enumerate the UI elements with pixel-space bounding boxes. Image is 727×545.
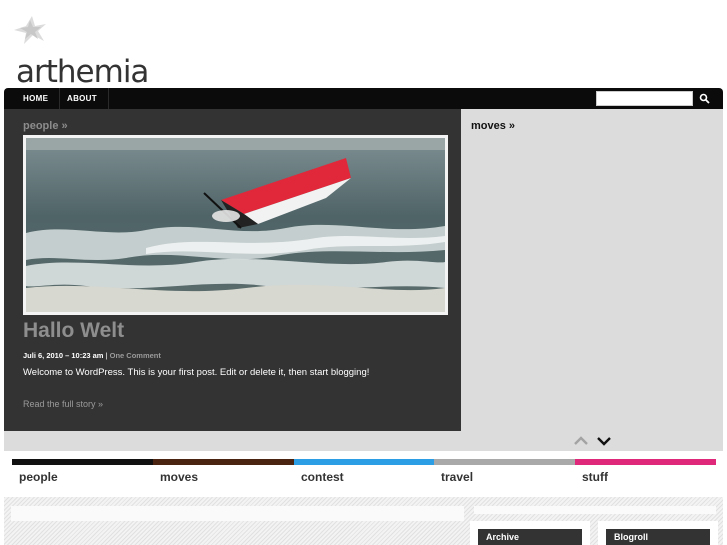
post-meta: Juli 6, 2010 – 10:23 am | One Comment [23, 351, 161, 360]
magnifier-icon [699, 93, 710, 104]
category-stripe [434, 459, 575, 465]
logo-text: arthemia [16, 54, 149, 90]
read-more-link[interactable]: Read the full story » [23, 399, 103, 409]
archive-widget: Archive [470, 521, 590, 545]
featured-category-link[interactable]: people » [23, 120, 68, 132]
category-label: contest [301, 470, 344, 484]
category-stripe [153, 459, 294, 465]
chevron-up-icon[interactable] [573, 436, 589, 446]
content-header-bar [11, 506, 464, 521]
nav-item-home[interactable]: HOME [12, 88, 61, 109]
search-input[interactable] [596, 91, 693, 106]
category-stripe [575, 459, 716, 465]
category-bar: people moves contest travel stuff [12, 459, 716, 489]
site-logo[interactable]: arthemia [8, 14, 168, 90]
side-category-link[interactable]: moves » [471, 120, 515, 132]
post-title-link[interactable]: Hallo Welt [23, 319, 124, 343]
category-label: moves [160, 470, 199, 484]
blogroll-widget: Blogroll [598, 521, 718, 545]
blogroll-widget-title: Blogroll [606, 529, 710, 545]
category-label: travel [441, 470, 474, 484]
category-travel[interactable]: travel [434, 459, 575, 489]
category-contest[interactable]: contest [294, 459, 435, 489]
category-label: people [19, 470, 58, 484]
archive-widget-title: Archive [478, 529, 582, 545]
post-excerpt: Welcome to WordPress. This is your first… [23, 367, 370, 378]
category-stuff[interactable]: stuff [575, 459, 716, 489]
windsurfer-photo [26, 138, 445, 312]
category-stripe [294, 459, 435, 465]
category-label: stuff [582, 470, 608, 484]
category-stripe [12, 459, 153, 465]
nav-item-about[interactable]: ABOUT [56, 88, 109, 109]
chevron-down-icon[interactable] [596, 436, 612, 446]
main-navigation: HOME ABOUT [4, 88, 723, 109]
featured-post: people » Hallo Welt Juli 6, 2010 – 10:23… [4, 109, 461, 431]
comments-link[interactable]: One Comment [110, 351, 161, 360]
star-icon [14, 16, 46, 44]
category-people[interactable]: people [12, 459, 153, 489]
search-button[interactable] [696, 91, 712, 106]
content-area: Archive Blogroll [4, 497, 723, 545]
post-date: Juli 6, 2010 – 10:23 am [23, 351, 104, 360]
category-moves[interactable]: moves [153, 459, 294, 489]
featured-area: people » Hallo Welt Juli 6, 2010 – 10:23… [4, 109, 723, 451]
sidebar-header-bar [474, 506, 716, 514]
post-thumbnail[interactable] [23, 135, 448, 315]
